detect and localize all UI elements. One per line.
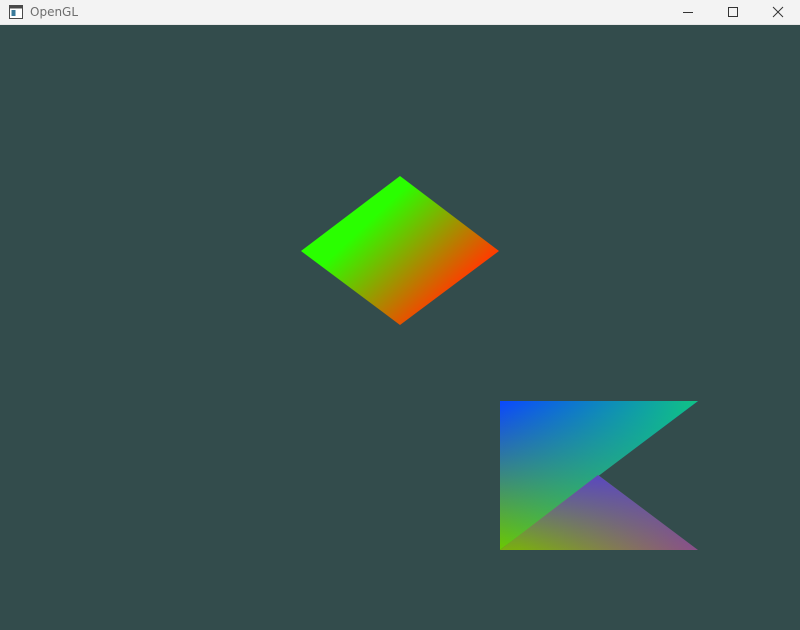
opengl-window: OpenGL: [0, 0, 800, 630]
window-title: OpenGL: [30, 5, 79, 19]
gl-viewport[interactable]: [0, 25, 800, 630]
close-button[interactable]: [755, 0, 800, 24]
maximize-icon: [727, 7, 738, 17]
maximize-button[interactable]: [710, 0, 755, 24]
minimize-icon: [682, 12, 693, 13]
minimize-button[interactable]: [665, 0, 710, 24]
diamond-shape: [301, 176, 499, 325]
app-icon: [9, 5, 23, 19]
close-icon: [772, 6, 783, 18]
title-bar[interactable]: OpenGL: [0, 0, 800, 25]
gl-canvas: [301, 176, 698, 550]
